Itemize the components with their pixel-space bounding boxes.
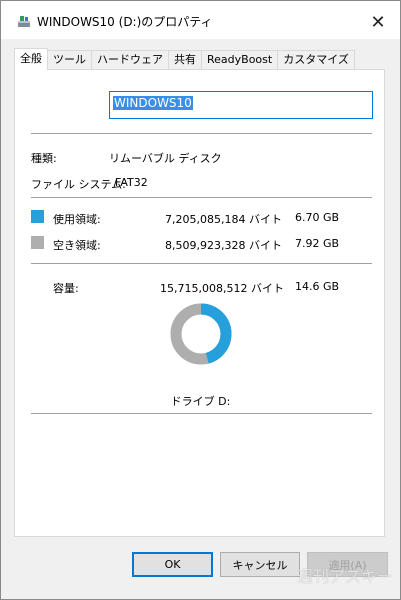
tab-readyboost[interactable]: ReadyBoost xyxy=(201,50,279,70)
capacity-size: 14.6 GB xyxy=(295,280,340,293)
free-space-size: 7.92 GB xyxy=(295,237,340,250)
volume-name-selected-text: WINDOWS10 xyxy=(113,96,193,110)
general-tab-panel: WINDOWS10 種類: リムーバブル ディスク ファイル システム: FAT… xyxy=(14,69,385,537)
tab-sharing[interactable]: 共有 xyxy=(168,50,202,70)
used-space-bytes: 7,205,085,184 バイト xyxy=(165,213,282,226)
drive-label: ドライブ D: xyxy=(170,395,231,408)
type-label: 種類: xyxy=(31,152,57,165)
disk-usage-donut xyxy=(170,303,232,365)
window-title: WINDOWS10 (D:)のプロパティ xyxy=(37,15,213,29)
removable-drive-icon xyxy=(18,16,30,27)
capacity-bytes: 15,715,008,512 バイト xyxy=(160,282,284,295)
apply-button[interactable]: 適用(A) xyxy=(307,552,388,577)
divider xyxy=(31,263,372,264)
capacity-label: 容量: xyxy=(53,282,79,295)
cancel-button[interactable]: キャンセル xyxy=(220,552,300,577)
tab-customize[interactable]: カスタマイズ xyxy=(277,50,355,70)
free-space-bytes: 8,509,923,328 バイト xyxy=(165,239,282,252)
type-value: リムーバブル ディスク xyxy=(109,152,222,165)
title-bar: WINDOWS10 (D:)のプロパティ ✕ xyxy=(1,1,400,39)
tab-tools[interactable]: ツール xyxy=(47,50,92,70)
free-space-label: 空き領域: xyxy=(53,239,101,252)
used-space-size: 6.70 GB xyxy=(295,211,340,224)
divider xyxy=(31,197,372,198)
used-space-swatch xyxy=(31,210,44,223)
close-button[interactable]: ✕ xyxy=(363,7,393,37)
close-icon: ✕ xyxy=(370,11,386,33)
tab-general[interactable]: 全般 xyxy=(14,48,48,70)
used-space-label: 使用領域: xyxy=(53,213,101,226)
file-system-label: ファイル システム: xyxy=(31,178,126,191)
ok-button[interactable]: OK xyxy=(132,552,213,577)
divider xyxy=(31,133,372,134)
volume-name-input[interactable]: WINDOWS10 xyxy=(109,91,373,119)
file-system-value: FAT32 xyxy=(115,176,148,189)
tab-strip: 全般 ツール ハードウェア 共有 ReadyBoost カスタマイズ xyxy=(14,48,355,70)
tab-hardware[interactable]: ハードウェア xyxy=(91,50,169,70)
properties-dialog: WINDOWS10 (D:)のプロパティ ✕ 全般 ツール ハードウェア 共有 … xyxy=(0,0,401,600)
divider xyxy=(31,413,372,414)
free-space-swatch xyxy=(31,236,44,249)
